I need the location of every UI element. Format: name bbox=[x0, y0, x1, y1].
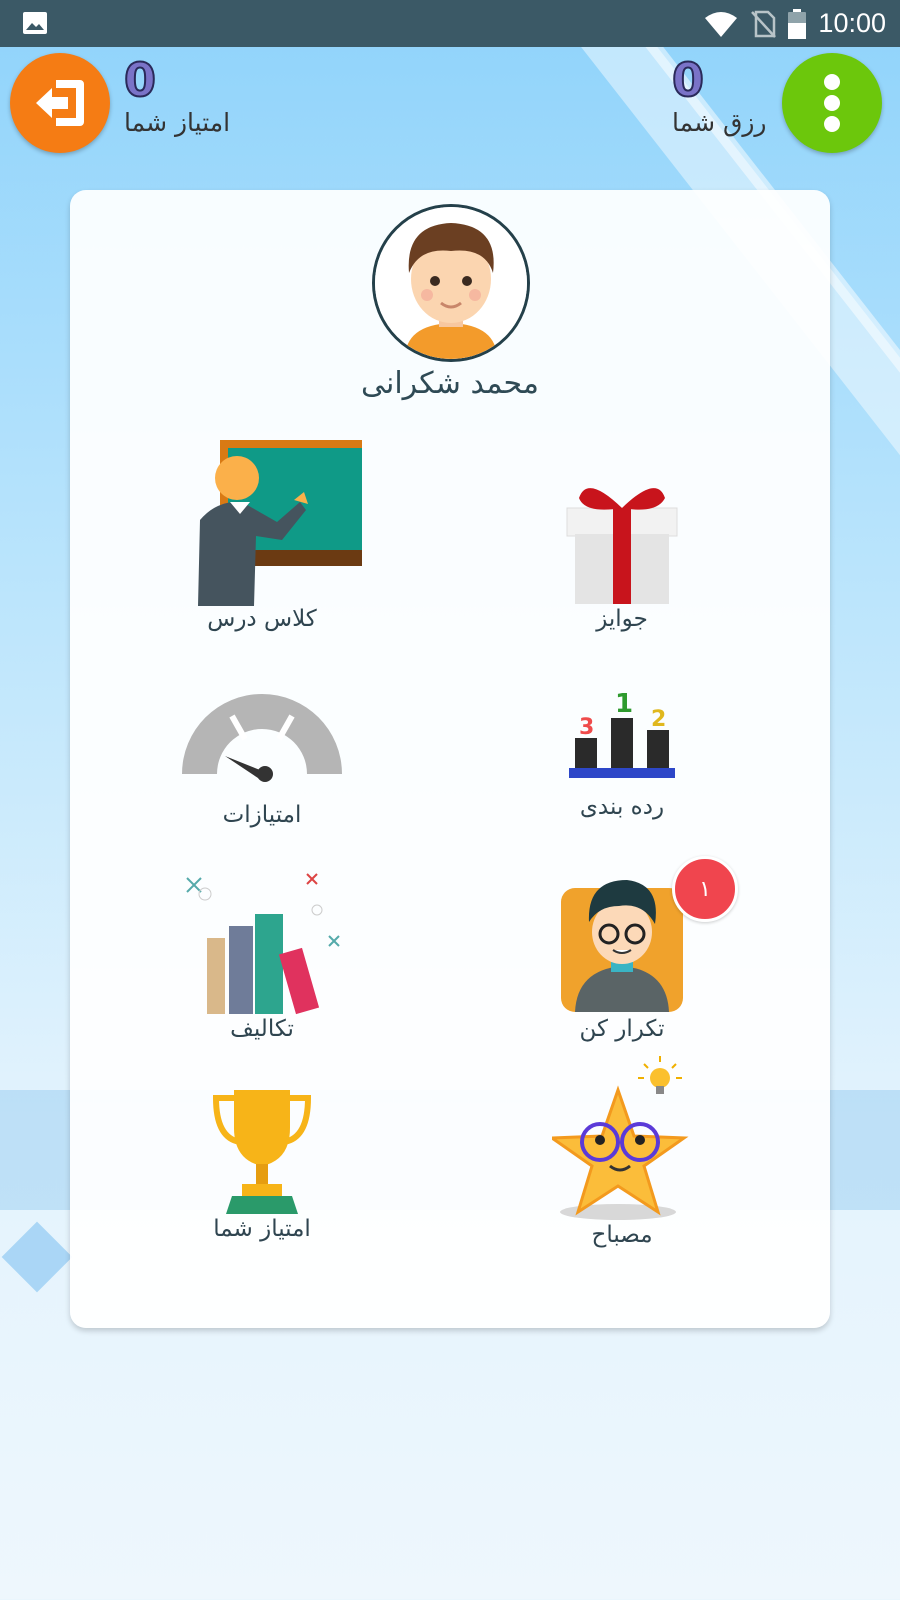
background-diamond bbox=[1, 1221, 73, 1293]
your-score-value: 0 bbox=[123, 52, 157, 108]
teacher-board-icon bbox=[198, 440, 362, 606]
podium-icon: 3 1 2 bbox=[569, 689, 675, 778]
menu-button[interactable] bbox=[782, 53, 882, 153]
avatar[interactable] bbox=[372, 204, 530, 362]
status-bar: 10:00 bbox=[0, 0, 900, 47]
tile-prizes-label: جوایز bbox=[596, 606, 648, 632]
your-score-box: 0 امتیاز شما bbox=[123, 52, 231, 138]
notification-badge: ۱ bbox=[672, 856, 738, 922]
tile-prizes[interactable]: جوایز bbox=[492, 474, 752, 632]
clock: 10:00 bbox=[818, 8, 886, 38]
wifi-icon bbox=[705, 11, 738, 37]
your-sustenance-label: رزق شما bbox=[672, 108, 767, 137]
tile-repeat-label: تکرار کن bbox=[579, 1016, 665, 1042]
tile-your-score-label: امتیاز شما bbox=[213, 1216, 311, 1242]
tile-ranking-label: رده بندی bbox=[579, 794, 665, 820]
battery-icon bbox=[788, 8, 807, 39]
tile-points[interactable]: امتیازات bbox=[132, 684, 392, 828]
tile-your-score[interactable]: امتیاز شما bbox=[132, 1088, 392, 1242]
student-glasses-icon bbox=[561, 880, 683, 1012]
svg-text:1: 1 bbox=[615, 689, 633, 719]
boy-avatar-icon bbox=[375, 207, 527, 359]
more-vertical-icon bbox=[824, 74, 840, 132]
star-glasses-icon bbox=[552, 1056, 689, 1220]
tile-classroom[interactable]: کلاس درس bbox=[132, 440, 392, 632]
tile-mesbah[interactable]: مصباح bbox=[492, 1050, 752, 1248]
speedometer-icon bbox=[182, 694, 342, 782]
no-sim-icon bbox=[751, 10, 777, 38]
tile-ranking[interactable]: 3 1 2 رده بندی bbox=[492, 684, 752, 820]
main-card: محمد شکرانی کلاس درس جوایز امتیازات 3 1 … bbox=[70, 190, 830, 1328]
user-name: محمد شکرانی bbox=[360, 366, 539, 401]
svg-text:3: 3 bbox=[579, 715, 594, 740]
logout-button[interactable] bbox=[10, 53, 110, 153]
tile-points-label: امتیازات bbox=[222, 802, 302, 828]
your-sustenance-value: 0 bbox=[671, 52, 705, 108]
gift-icon bbox=[566, 488, 678, 604]
your-score-label: امتیاز شما bbox=[124, 108, 231, 137]
tile-classroom-label: کلاس درس bbox=[207, 606, 317, 632]
tile-mesbah-label: مصباح bbox=[591, 1222, 653, 1248]
logout-icon bbox=[36, 80, 84, 126]
tile-homework-label: تکالیف bbox=[230, 1016, 294, 1042]
your-sustenance-box: 0 رزق شما bbox=[671, 52, 767, 138]
books-icon bbox=[186, 873, 340, 1015]
trophy-icon bbox=[212, 1090, 312, 1214]
tile-homework[interactable]: تکالیف bbox=[132, 866, 392, 1042]
svg-text:2: 2 bbox=[651, 707, 666, 732]
image-notification-icon bbox=[23, 12, 47, 34]
